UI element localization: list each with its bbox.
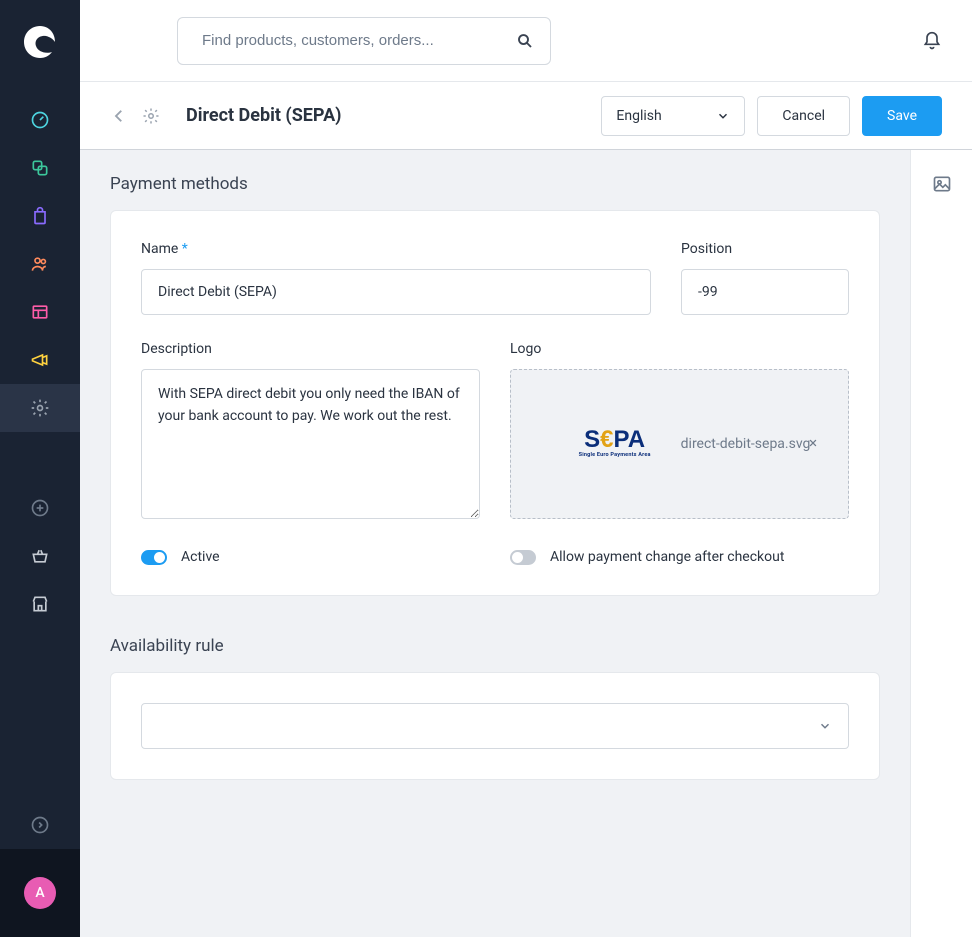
logo — [22, 24, 58, 60]
name-input[interactable] — [141, 269, 651, 315]
users-icon — [30, 254, 50, 274]
language-value: English — [616, 108, 661, 124]
image-icon[interactable] — [932, 174, 952, 194]
name-label: Name * — [141, 241, 651, 257]
gear-icon — [30, 398, 50, 418]
nav-orders[interactable] — [0, 192, 80, 240]
nav-add[interactable] — [0, 484, 80, 532]
chevron-circle-icon — [30, 815, 50, 835]
nav-catalog[interactable] — [0, 144, 80, 192]
allow-change-label: Allow payment change after checkout — [550, 549, 784, 565]
chevron-down-icon — [716, 109, 730, 123]
payment-method-card: Name * Position Description Logo — [110, 210, 880, 596]
sidebar: A — [0, 0, 80, 937]
remove-logo-button[interactable] — [808, 437, 818, 452]
section-title-availability-rule: Availability rule — [110, 636, 880, 656]
availability-rule-select[interactable] — [141, 703, 849, 749]
cancel-button[interactable]: Cancel — [757, 96, 850, 136]
bell-icon[interactable] — [922, 31, 942, 51]
logo-filename: direct-debit-sepa.svg — [681, 436, 811, 452]
description-label: Description — [141, 341, 480, 357]
topbar — [80, 0, 972, 82]
nav-settings[interactable] — [0, 384, 80, 432]
bag-icon — [30, 206, 50, 226]
sepa-logo: S€PA Single Euro Payments Area — [549, 430, 651, 457]
page-title: Direct Debit (SEPA) — [186, 105, 342, 126]
right-rail — [910, 150, 972, 937]
avatar-section[interactable]: A — [0, 849, 80, 937]
store-icon — [30, 594, 50, 614]
nav-dashboard[interactable] — [0, 96, 80, 144]
save-button[interactable]: Save — [862, 96, 942, 136]
nav-content[interactable] — [0, 288, 80, 336]
content: Payment methods Name * Position Descript… — [80, 150, 910, 937]
logo-label: Logo — [510, 341, 849, 357]
position-input[interactable] — [681, 269, 849, 315]
avatar[interactable]: A — [24, 877, 56, 909]
back-button[interactable] — [110, 107, 128, 125]
basket-icon — [30, 546, 50, 566]
content-wrap: Payment methods Name * Position Descript… — [80, 150, 972, 937]
availability-rule-card — [110, 672, 880, 780]
main: Direct Debit (SEPA) English Cancel Save … — [80, 0, 972, 937]
logo-dropzone[interactable]: S€PA Single Euro Payments Area direct-de… — [510, 369, 849, 519]
allow-change-toggle[interactable] — [510, 550, 536, 565]
search-icon[interactable] — [516, 32, 534, 50]
section-title-payment-methods: Payment methods — [110, 174, 880, 194]
page-header: Direct Debit (SEPA) English Cancel Save — [80, 82, 972, 150]
active-toggle[interactable] — [141, 550, 167, 565]
description-textarea[interactable] — [141, 369, 480, 519]
language-select[interactable]: English — [601, 96, 745, 136]
nav-marketing[interactable] — [0, 336, 80, 384]
chevron-down-icon — [818, 719, 832, 733]
search-wrap — [177, 17, 551, 65]
layout-icon — [30, 302, 50, 322]
nav-store[interactable] — [0, 580, 80, 628]
nav-help[interactable] — [0, 801, 80, 849]
search-input[interactable] — [202, 32, 504, 49]
page-settings-icon[interactable] — [142, 107, 160, 125]
nav-basket[interactable] — [0, 532, 80, 580]
position-label: Position — [681, 241, 849, 257]
nav-customers[interactable] — [0, 240, 80, 288]
plus-circle-icon — [30, 498, 50, 518]
active-label: Active — [181, 549, 220, 565]
copy-icon — [30, 158, 50, 178]
megaphone-icon — [30, 350, 50, 370]
gauge-icon — [30, 110, 50, 130]
